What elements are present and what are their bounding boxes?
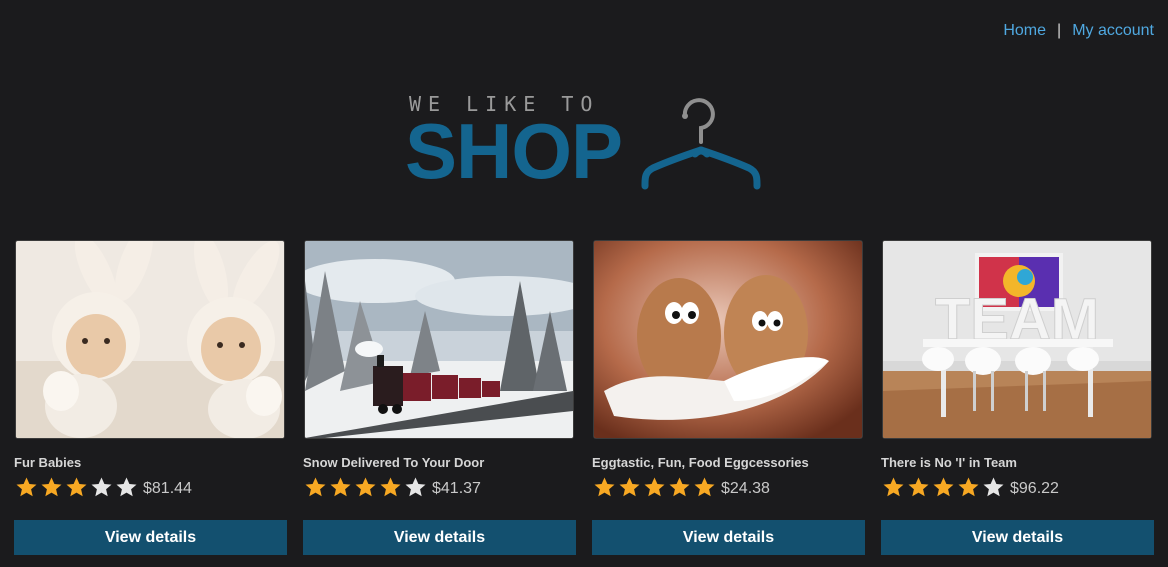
product-image[interactable]: [304, 240, 574, 439]
my-account-link[interactable]: My account: [1072, 22, 1154, 40]
star-rating: [303, 476, 428, 498]
product-rating-row: $41.37: [303, 474, 576, 500]
logo-word: SHOP: [405, 107, 623, 195]
view-details-button[interactable]: View details: [881, 520, 1154, 555]
product-price: $24.38: [721, 480, 770, 497]
star-filled-icon: [619, 477, 640, 497]
shop-page: Home | My account WE LIKE TO SHOP Fur Ba…: [0, 0, 1168, 567]
product-price: $96.22: [1010, 480, 1059, 497]
star-rating: [881, 476, 1006, 498]
product-rating-row: $24.38: [592, 474, 865, 500]
star-filled-icon: [380, 477, 401, 497]
product-title[interactable]: Eggtastic, Fun, Food Eggcessories: [592, 455, 865, 471]
star-filled-icon: [355, 477, 376, 497]
product-card: TEAM There is No 'I' in Team $96.22 View…: [881, 240, 1154, 555]
shop-logo[interactable]: WE LIKE TO SHOP: [405, 92, 765, 192]
star-empty-icon: [116, 477, 137, 497]
star-filled-icon: [41, 477, 62, 497]
product-image[interactable]: [15, 240, 285, 439]
star-filled-icon: [958, 477, 979, 497]
star-filled-icon: [330, 477, 351, 497]
star-empty-icon: [983, 477, 1004, 497]
product-title[interactable]: Fur Babies: [14, 455, 287, 471]
product-price: $41.37: [432, 480, 481, 497]
star-filled-icon: [594, 477, 615, 497]
product-title[interactable]: Snow Delivered To Your Door: [303, 455, 576, 471]
hanger-icon: [641, 98, 761, 190]
star-filled-icon: [16, 477, 37, 497]
top-nav: Home | My account: [1003, 22, 1154, 40]
view-details-button[interactable]: View details: [303, 520, 576, 555]
star-empty-icon: [405, 477, 426, 497]
product-card: Snow Delivered To Your Door $41.37 View …: [303, 240, 576, 555]
star-empty-icon: [91, 477, 112, 497]
product-image[interactable]: [593, 240, 863, 439]
star-rating: [14, 476, 139, 498]
star-filled-icon: [305, 477, 326, 497]
star-filled-icon: [694, 477, 715, 497]
product-card: Fur Babies $81.44 View details: [14, 240, 287, 555]
star-filled-icon: [933, 477, 954, 497]
star-filled-icon: [908, 477, 929, 497]
product-price: $81.44: [143, 480, 192, 497]
product-card: Eggtastic, Fun, Food Eggcessories $24.38…: [592, 240, 865, 555]
product-rating-row: $81.44: [14, 474, 287, 500]
star-filled-icon: [66, 477, 87, 497]
star-filled-icon: [883, 477, 904, 497]
product-image[interactable]: TEAM: [882, 240, 1152, 439]
star-filled-icon: [669, 477, 690, 497]
view-details-button[interactable]: View details: [14, 520, 287, 555]
star-filled-icon: [644, 477, 665, 497]
view-details-button[interactable]: View details: [592, 520, 865, 555]
product-title[interactable]: There is No 'I' in Team: [881, 455, 1154, 471]
product-grid: Fur Babies $81.44 View details Snow Deli…: [14, 240, 1154, 555]
nav-separator: |: [1057, 22, 1062, 39]
home-link[interactable]: Home: [1003, 22, 1046, 40]
star-rating: [592, 476, 717, 498]
product-rating-row: $96.22: [881, 474, 1154, 500]
